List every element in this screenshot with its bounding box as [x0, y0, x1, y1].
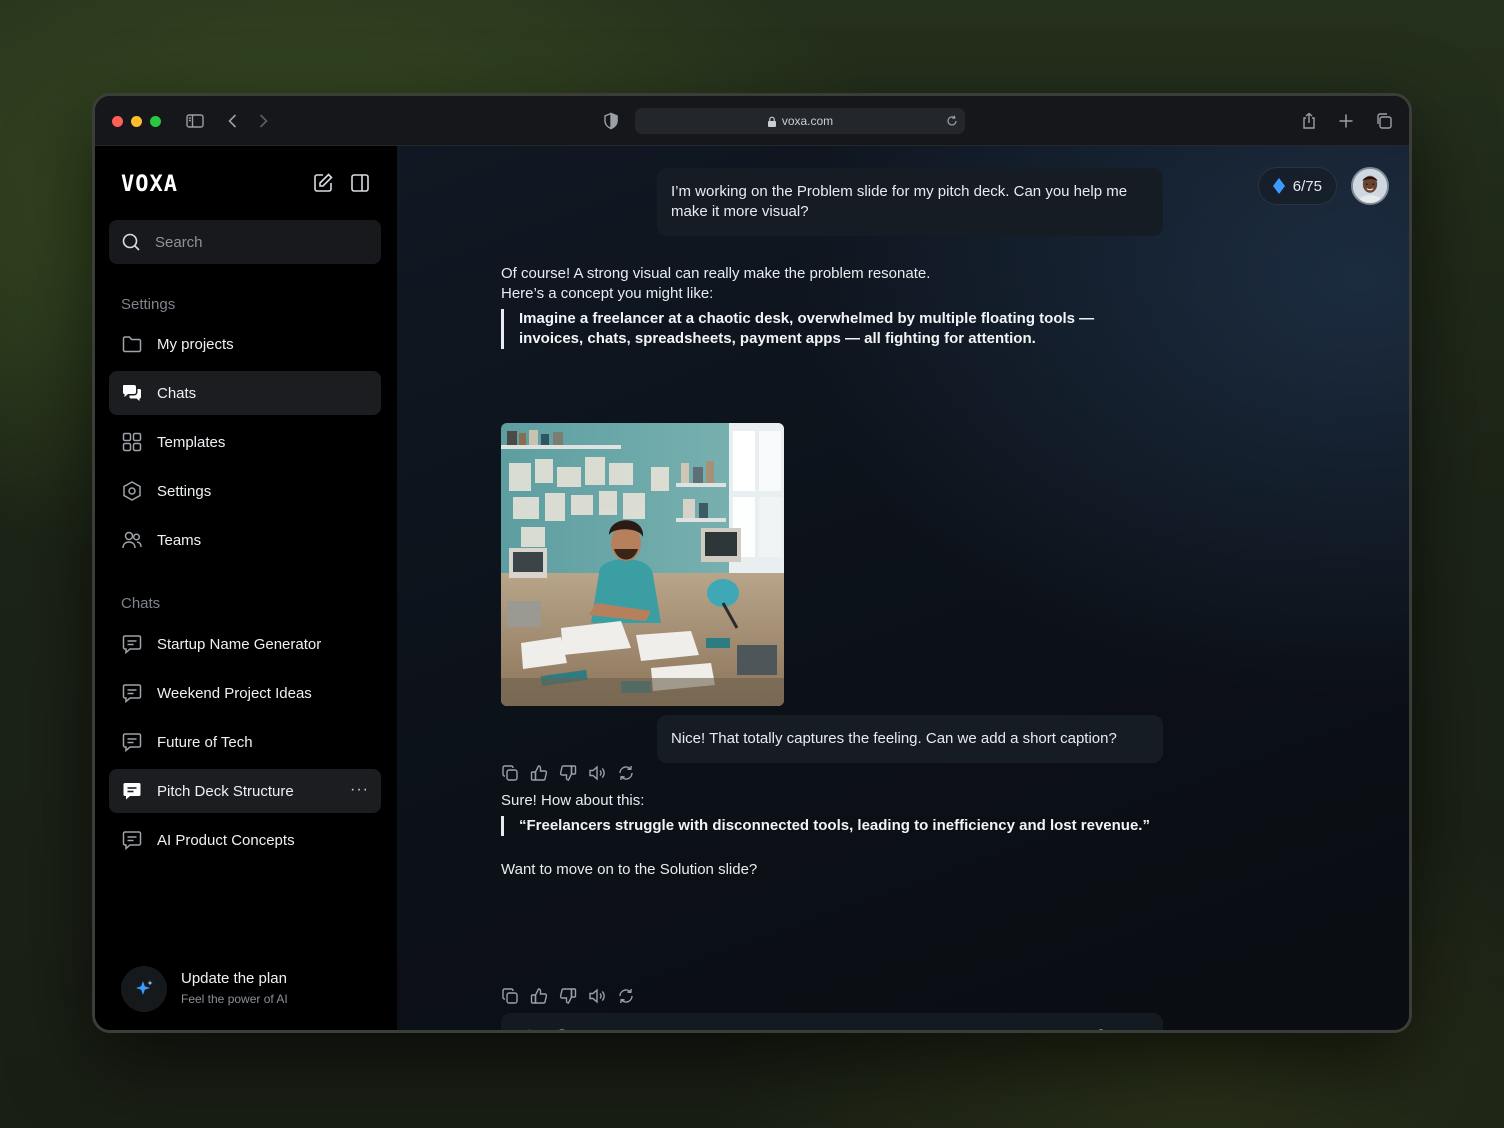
chat-item-label: Weekend Project Ideas	[157, 684, 312, 702]
message-actions	[501, 987, 635, 1007]
chat-item-label: Pitch Deck Structure	[157, 782, 294, 800]
close-window-button[interactable]	[112, 116, 123, 127]
regenerate-icon[interactable]	[617, 764, 635, 782]
folder-icon	[121, 333, 143, 355]
thumbs-up-icon[interactable]	[530, 764, 548, 782]
chat-item-label: Startup Name Generator	[157, 635, 322, 653]
chat-bubble-icon	[121, 731, 143, 753]
more-options-icon[interactable]: ···	[350, 781, 369, 799]
speaker-icon[interactable]	[588, 987, 606, 1005]
address-bar[interactable]: voxa.com	[635, 108, 965, 134]
speaker-icon[interactable]	[588, 764, 606, 782]
forward-arrow-icon[interactable]	[253, 111, 273, 131]
message-composer	[501, 1013, 1163, 1030]
chat-item-ai-product-concepts[interactable]: AI Product Concepts	[109, 818, 381, 862]
chat-item-weekend-project-ideas[interactable]: Weekend Project Ideas	[109, 671, 381, 715]
assistant-quote: “Freelancers struggle with disconnected …	[501, 816, 1161, 836]
copy-icon[interactable]	[501, 764, 519, 782]
new-tab-icon[interactable]	[1336, 111, 1356, 131]
attach-icon[interactable]	[515, 1027, 537, 1030]
reload-icon[interactable]	[945, 114, 959, 128]
new-chat-icon[interactable]	[312, 172, 334, 194]
settings-section-label: Settings	[121, 296, 176, 313]
minimize-window-button[interactable]	[131, 116, 142, 127]
chat-item-label: Future of Tech	[157, 733, 253, 751]
chat-bubble-icon	[121, 829, 143, 851]
user-avatar[interactable]	[1351, 167, 1389, 205]
sidebar: VOXA Search Settings My projects Chats T…	[95, 146, 397, 1030]
chat-bubble-icon	[121, 633, 143, 655]
lightbulb-icon[interactable]	[551, 1027, 573, 1030]
search-placeholder: Search	[155, 233, 203, 251]
assistant-line: Of course! A strong visual can really ma…	[501, 265, 931, 282]
app-logo[interactable]: VOXA	[121, 172, 178, 197]
credits-badge[interactable]: 6/75	[1257, 167, 1337, 205]
microphone-icon[interactable]	[1091, 1028, 1111, 1030]
nav-templates[interactable]: Templates	[109, 420, 381, 464]
chat-bubble-icon	[121, 682, 143, 704]
users-icon	[121, 529, 143, 551]
nav-settings[interactable]: Settings	[109, 469, 381, 513]
privacy-shield-icon[interactable]	[601, 111, 621, 131]
nav-my-projects[interactable]: My projects	[109, 322, 381, 366]
upgrade-plan-card[interactable]: Update the plan Feel the power of AI	[121, 964, 381, 1014]
url-text: voxa.com	[781, 114, 834, 128]
grid-icon	[121, 431, 143, 453]
maximize-window-button[interactable]	[150, 116, 161, 127]
collapse-sidebar-icon[interactable]	[349, 172, 371, 194]
assistant-quote: Imagine a freelancer at a chaotic desk, …	[501, 309, 1111, 349]
sidebar-toggle-icon[interactable]	[185, 111, 205, 131]
nav-label: My projects	[157, 335, 234, 353]
chat-item-pitch-deck-structure[interactable]: Pitch Deck Structure ···	[109, 769, 381, 813]
user-message: I’m working on the Problem slide for my …	[657, 168, 1163, 236]
nav-chats[interactable]: Chats	[109, 371, 381, 415]
thumbs-down-icon[interactable]	[559, 987, 577, 1005]
nav-label: Teams	[157, 531, 202, 549]
assistant-line: Want to move on to the Solution slide?	[501, 861, 758, 878]
chats-section-label: Chats	[121, 595, 161, 612]
back-arrow-icon[interactable]	[223, 111, 243, 131]
chat-bubbles-icon	[121, 382, 143, 404]
tab-overview-icon[interactable]	[1374, 111, 1394, 131]
upgrade-title: Update the plan	[181, 970, 287, 987]
nav-label: Settings	[157, 482, 212, 500]
sparkle-icon	[121, 966, 167, 1012]
generated-image[interactable]	[501, 423, 784, 706]
chat-item-startup-name-generator[interactable]: Startup Name Generator	[109, 622, 381, 666]
thumbs-down-icon[interactable]	[559, 764, 577, 782]
credits-count: 6/75	[1292, 177, 1322, 195]
chat-bubble-icon	[121, 780, 143, 802]
nav-teams[interactable]: Teams	[109, 518, 381, 562]
chat-area: 6/75 I’m working on the Problem slide fo…	[397, 146, 1409, 1030]
diamond-icon	[1272, 178, 1285, 194]
search-box[interactable]: Search	[109, 220, 381, 264]
upgrade-subtitle: Feel the power of AI	[181, 992, 288, 1006]
nav-label: Templates	[157, 433, 226, 451]
hexagon-settings-icon	[121, 480, 143, 502]
lock-icon	[767, 116, 777, 127]
message-input[interactable]	[587, 1029, 1091, 1030]
chat-item-future-of-tech[interactable]: Future of Tech	[109, 720, 381, 764]
search-icon	[121, 232, 141, 252]
send-icon[interactable]	[1127, 1027, 1149, 1030]
nav-label: Chats	[157, 384, 197, 402]
chat-item-label: AI Product Concepts	[157, 831, 295, 849]
share-icon[interactable]	[1299, 111, 1319, 131]
assistant-line: Sure! How about this:	[501, 792, 645, 809]
assistant-message-text: Of course! A strong visual can really ma…	[501, 264, 1161, 304]
assistant-line: Here’s a concept you might like:	[501, 285, 714, 302]
message-actions	[501, 764, 635, 784]
browser-window: voxa.com VOXA Search Settings My project…	[92, 93, 1412, 1033]
thumbs-up-icon[interactable]	[530, 987, 548, 1005]
user-message: Nice! That totally captures the feeling.…	[657, 715, 1163, 763]
browser-toolbar: voxa.com	[95, 96, 1409, 146]
copy-icon[interactable]	[501, 987, 519, 1005]
regenerate-icon[interactable]	[617, 987, 635, 1005]
